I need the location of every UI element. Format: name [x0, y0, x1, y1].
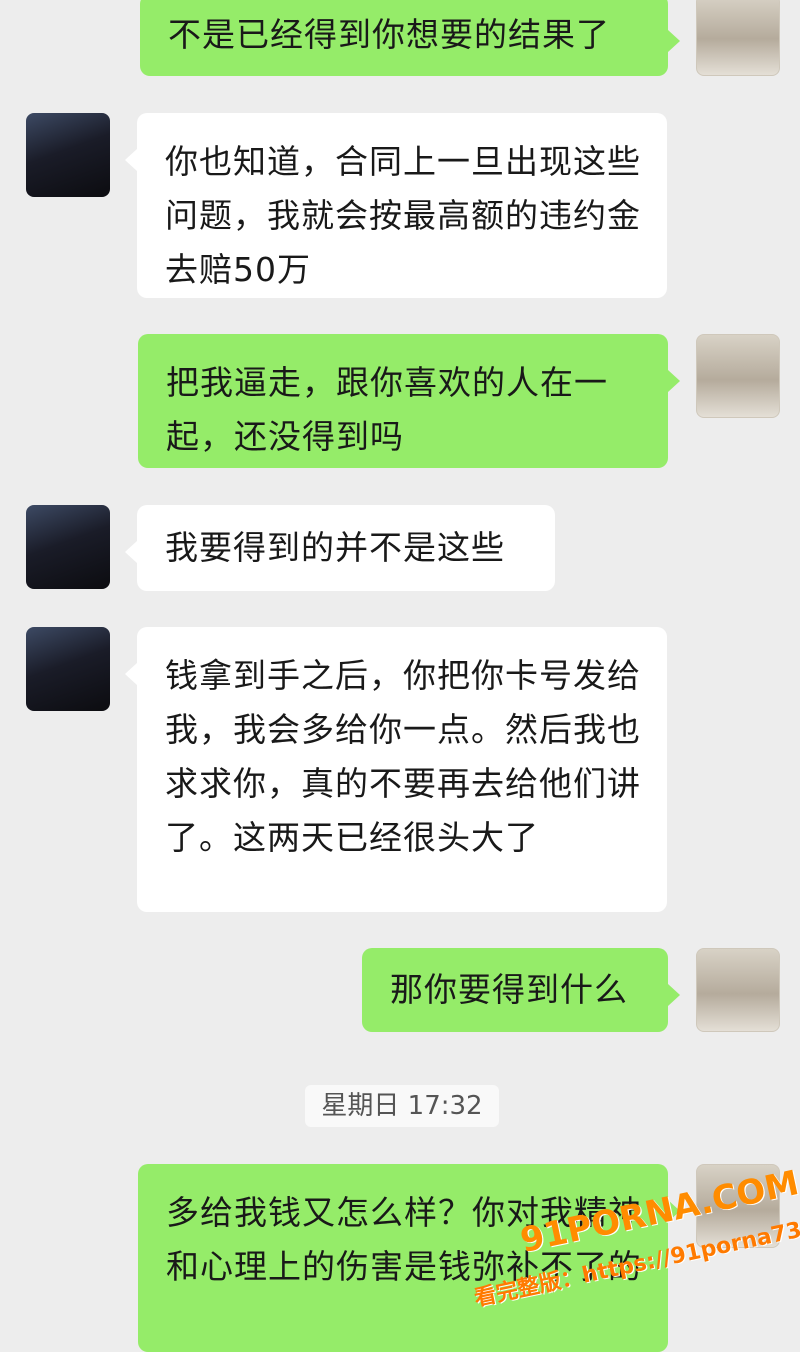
contact-avatar[interactable]	[26, 113, 110, 197]
timestamp-divider: 星期日 17:32	[305, 1085, 499, 1127]
my-avatar[interactable]	[696, 334, 780, 418]
message-bubble-incoming[interactable]: 你也知道，合同上一旦出现这些问题，我就会按最高额的违约金去赔50万	[125, 113, 667, 298]
contact-avatar[interactable]	[26, 627, 110, 711]
message-bubble-incoming[interactable]: 我要得到的并不是这些	[125, 505, 555, 591]
message-bubble-outgoing[interactable]: 不是已经得到你想要的结果了	[140, 0, 680, 76]
contact-avatar[interactable]	[26, 505, 110, 589]
my-avatar[interactable]	[696, 0, 780, 76]
my-avatar[interactable]	[696, 948, 780, 1032]
message-bubble-outgoing[interactable]: 那你要得到什么	[362, 948, 680, 1032]
message-bubble-incoming[interactable]: 钱拿到手之后，你把你卡号发给我，我会多给你一点。然后我也求求你，真的不要再去给他…	[125, 627, 667, 912]
message-bubble-outgoing[interactable]: 把我逼走，跟你喜欢的人在一起，还没得到吗	[138, 334, 680, 468]
